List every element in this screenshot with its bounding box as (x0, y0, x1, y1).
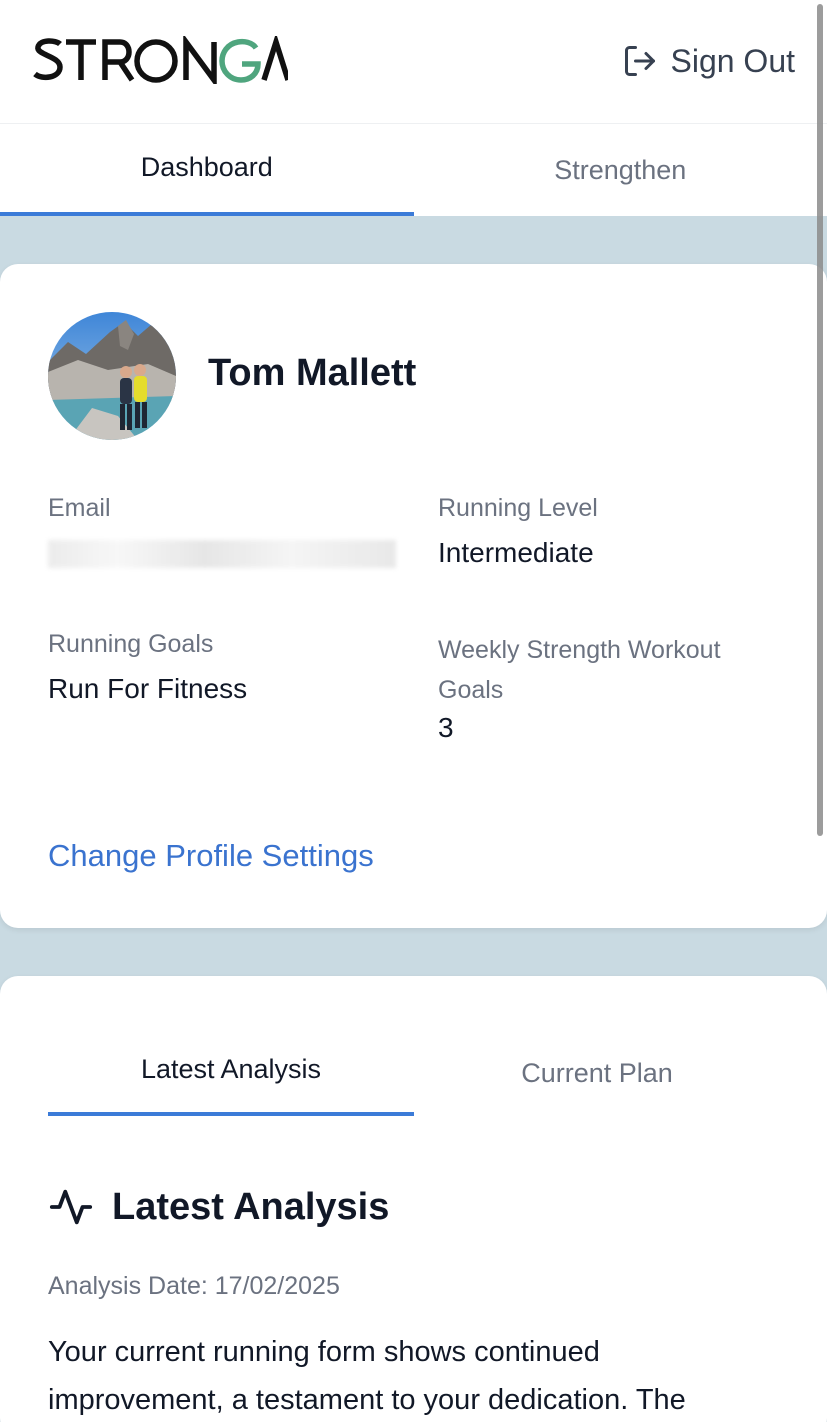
analysis-heading: Latest Analysis (48, 1184, 389, 1230)
running-level-value: Intermediate (438, 537, 594, 568)
page-scrollbar[interactable] (817, 4, 823, 836)
activity-pulse-icon (49, 1189, 93, 1225)
analysis-title: Latest Analysis (112, 1185, 390, 1228)
weekly-strength-label: Weekly Strength Workout Goals (438, 636, 721, 704)
sign-out-button[interactable]: Sign Out (622, 36, 795, 86)
analysis-body-text: Your current running form shows continue… (48, 1336, 686, 1416)
app-header: Sign Out (0, 0, 827, 124)
tab-dashboard-label: Dashboard (140, 151, 273, 182)
stronga-logo-mark (33, 36, 288, 84)
running-goals-label: Running Goals (48, 630, 214, 658)
tab-latest-analysis-label: Latest Analysis (140, 1053, 322, 1084)
avatar (48, 312, 176, 440)
email-label: Email (48, 494, 111, 522)
stronga-logo[interactable] (32, 30, 288, 90)
tab-strengthen[interactable]: Strengthen (414, 124, 827, 216)
tab-strengthen-label: Strengthen (554, 154, 687, 185)
sign-out-label: Sign Out (670, 42, 795, 79)
avatar-photo (48, 312, 176, 440)
analysis-date: Analysis Date: 17/02/2025 (48, 1272, 340, 1300)
tab-current-plan[interactable]: Current Plan (414, 1030, 780, 1116)
change-profile-settings-link[interactable]: Change Profile Settings (48, 838, 374, 874)
tab-dashboard[interactable]: Dashboard (0, 124, 414, 216)
profile-name: Tom Mallett (208, 352, 417, 394)
tab-latest-analysis[interactable]: Latest Analysis (48, 1030, 414, 1116)
analysis-tabs: Latest Analysis Current Plan (48, 1030, 780, 1116)
running-level-label: Running Level (438, 494, 598, 522)
running-goals-value: Run For Fitness (48, 673, 248, 704)
weekly-strength-value: 3 (438, 712, 454, 743)
tab-current-plan-label: Current Plan (521, 1057, 673, 1088)
main-tabs: Dashboard Strengthen (0, 124, 827, 216)
sign-out-icon (625, 46, 656, 76)
email-value-redacted (48, 540, 396, 568)
